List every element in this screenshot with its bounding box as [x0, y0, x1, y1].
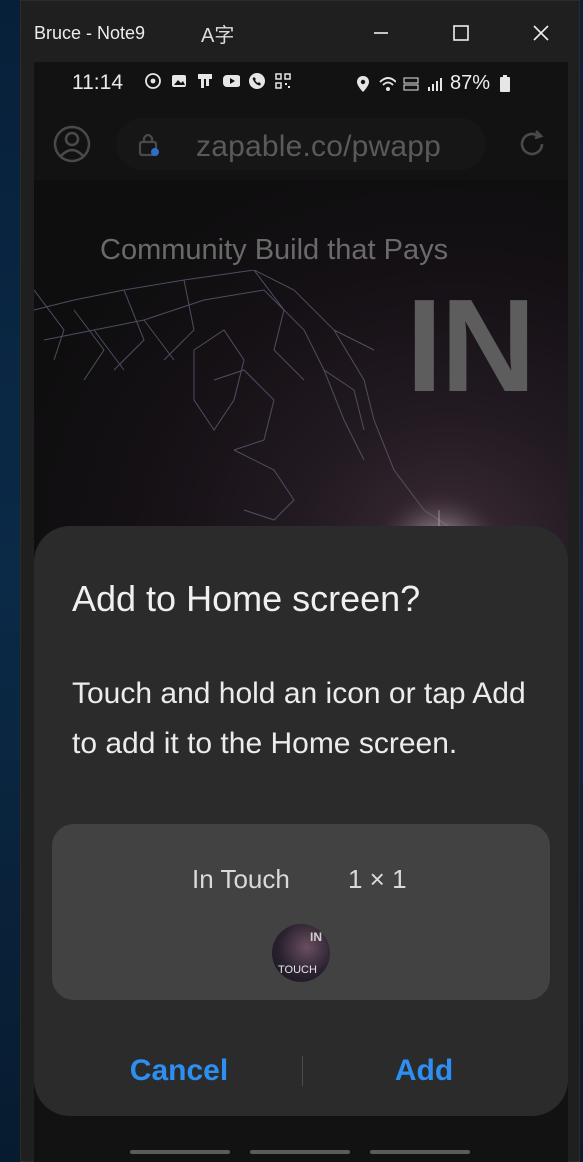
notification-icons — [144, 72, 292, 90]
maximize-icon — [453, 25, 469, 41]
reload-icon[interactable] — [514, 126, 550, 162]
minimize-button[interactable] — [361, 13, 401, 53]
volte-icon — [402, 75, 420, 93]
shortcut-size: 1 × 1 — [348, 864, 407, 894]
close-button[interactable] — [521, 13, 561, 53]
cancel-button[interactable]: Cancel — [124, 1046, 234, 1096]
whatsapp-icon — [144, 72, 162, 90]
window-title: Bruce - Note9 — [34, 23, 146, 43]
app-icon-label-top: IN — [310, 930, 322, 944]
lock-icon[interactable] — [136, 130, 162, 158]
dialog-message: Touch and hold an icon or tap Add to add… — [72, 677, 526, 760]
navigation-bar — [34, 1142, 568, 1162]
url-text[interactable]: zapable.co/pwapp — [196, 130, 441, 164]
close-icon — [533, 25, 549, 41]
youtube-icon — [222, 72, 240, 90]
dialog-title: Add to Home screen? — [72, 578, 421, 619]
window-titlebar: Bruce - Note9 A字 — [21, 1, 579, 63]
qr-code-icon — [274, 72, 292, 90]
profile-icon[interactable] — [52, 124, 92, 164]
battery-icon — [496, 74, 514, 93]
shortcut-app-name: In Touch — [192, 864, 290, 894]
language-icon[interactable]: A字 — [201, 19, 234, 48]
battery-percentage: 87% — [450, 72, 491, 94]
phone-screen: 11:14 87% zapable.co/pwapp Community Bui… — [34, 62, 568, 1162]
hero-tagline: Community Build that Pays — [100, 234, 449, 266]
wifi-icon — [378, 75, 396, 93]
minimize-icon — [374, 32, 388, 34]
nav-indicator-right — [370, 1150, 470, 1154]
system-status-icons: 87% — [354, 72, 514, 95]
status-bar: 11:14 87% — [34, 62, 568, 104]
add-to-home-dialog: Add to Home screen? Touch and hold an ic… — [34, 526, 568, 1116]
status-time: 11:14 — [72, 71, 123, 94]
nav-indicator-left — [130, 1150, 230, 1154]
add-button[interactable]: Add — [384, 1046, 464, 1096]
image-icon — [170, 72, 188, 90]
dialog-actions: Cancel Add — [34, 1046, 568, 1096]
call-icon — [248, 72, 266, 90]
browser-toolbar: zapable.co/pwapp — [34, 112, 568, 178]
nav-indicator-center — [250, 1150, 350, 1154]
tools-icon — [196, 72, 214, 90]
shortcut-preview[interactable]: In Touch 1 × 1 IN TOUCH — [52, 824, 550, 1000]
signal-icon — [426, 75, 444, 93]
location-icon — [354, 75, 372, 93]
action-divider — [302, 1056, 303, 1086]
maximize-button[interactable] — [441, 13, 481, 53]
app-shortcut-icon[interactable]: IN TOUCH — [272, 924, 330, 982]
app-icon-label-bottom: TOUCH — [278, 964, 317, 976]
